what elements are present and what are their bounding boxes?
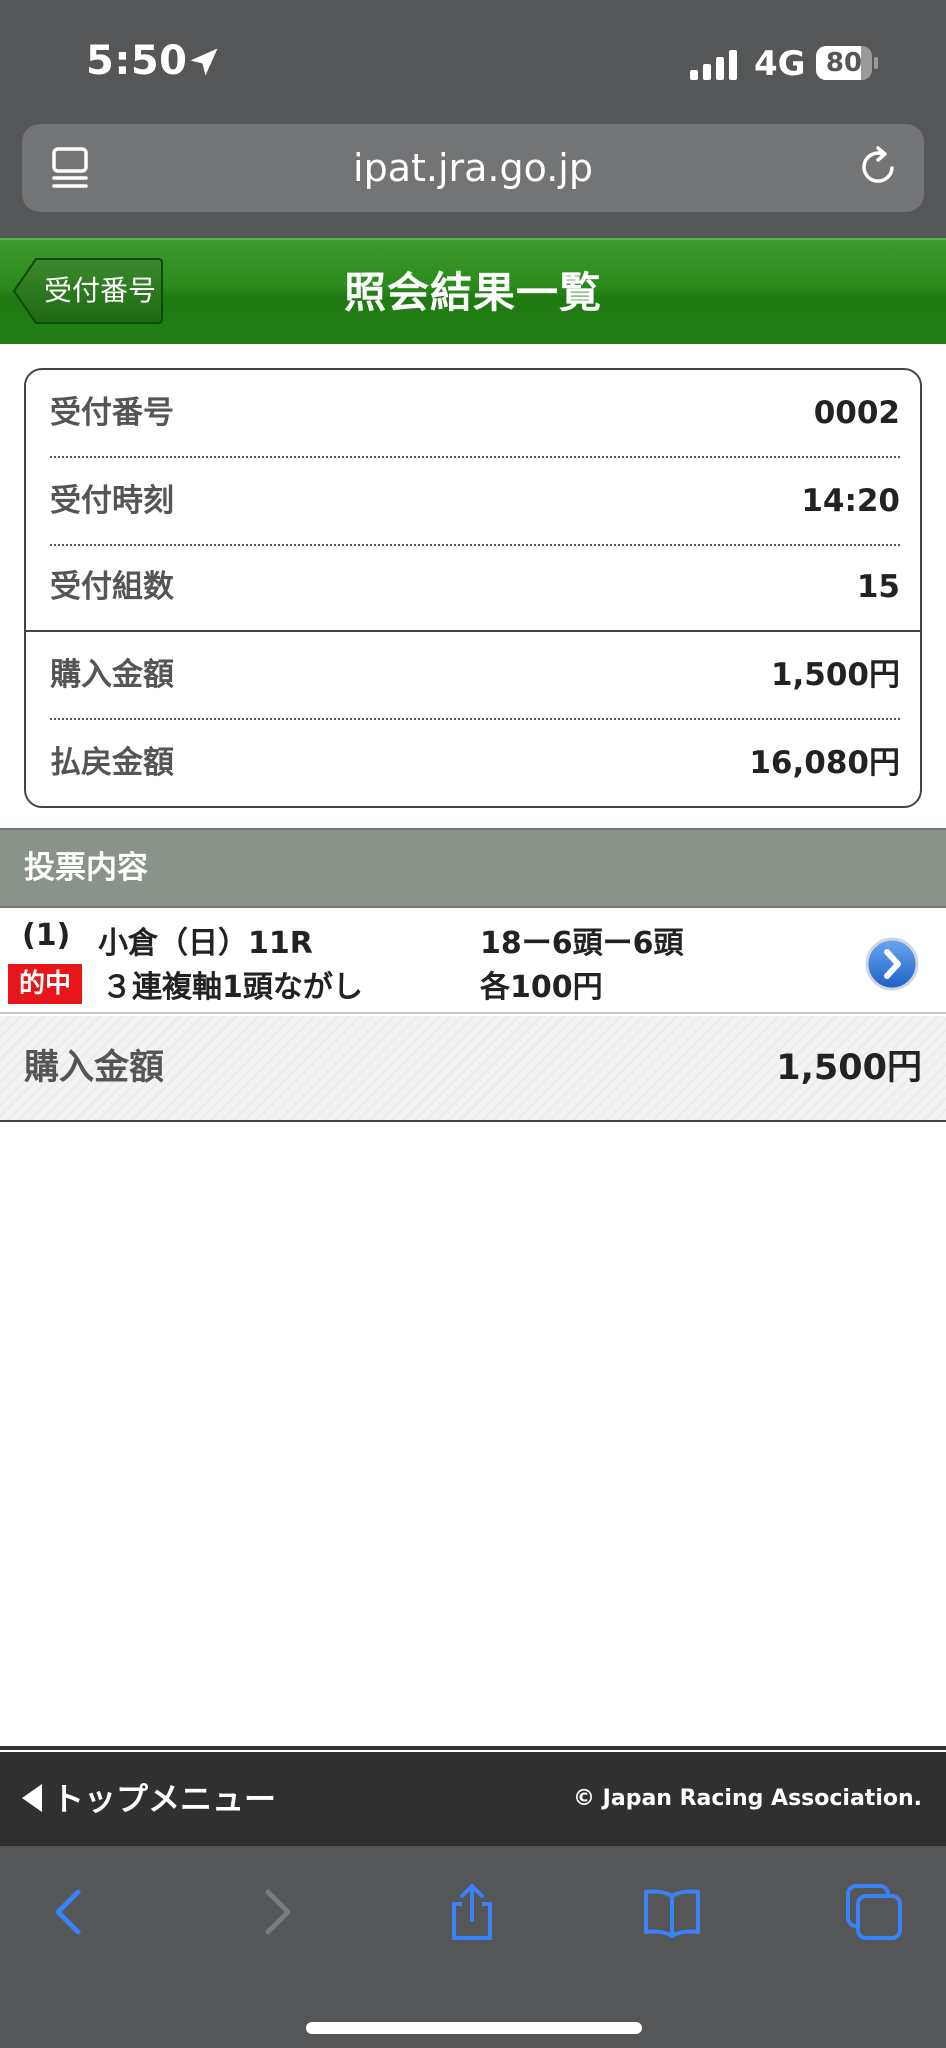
total-label: 購入金額 (24, 1048, 165, 1088)
forward-icon[interactable] (246, 1882, 306, 1942)
chevron-right-icon[interactable] (864, 936, 920, 992)
summary-label: 受付番号 (50, 395, 174, 431)
page-title: 照会結果一覧 (343, 268, 602, 317)
page-header: 受付番号 照会結果一覧 (0, 238, 946, 344)
copyright: © Japan Racing Association. (573, 1786, 922, 1811)
bet-race: 小倉（日）11R (98, 926, 313, 961)
bookmarks-icon[interactable] (642, 1882, 702, 1942)
top-menu-link[interactable]: トップメニュー (22, 1752, 276, 1846)
status-time: 5:50 (86, 38, 188, 84)
summary-label: 払戻金額 (50, 745, 174, 781)
bet-type: ３連複軸1頭ながし (102, 970, 363, 1005)
summary-label: 購入金額 (50, 657, 174, 693)
ios-top-chrome: 5:50 4G 80 ipat.jra.go.jp (0, 0, 946, 238)
share-icon[interactable] (442, 1882, 502, 1942)
section-title: 投票内容 (24, 850, 148, 886)
bet-combination: 18ー6頭ー6頭 (480, 926, 684, 961)
summary-value: 15 (856, 569, 900, 605)
summary-value: 14:20 (801, 483, 900, 519)
footer-divider (0, 1746, 946, 1750)
bet-detail-row[interactable]: (1) 小倉（日）11R 18ー6頭ー6頭 的中 ３連複軸1頭ながし 各100円 (0, 908, 946, 1014)
total-value: 1,500円 (776, 1048, 922, 1088)
summary-row-combination-count: 受付組数 15 (50, 544, 900, 630)
cellular-signal-icon (690, 50, 737, 80)
safari-toolbar (0, 1846, 946, 2048)
network-type: 4G (754, 44, 806, 84)
summary-value: 0002 (813, 395, 900, 431)
address-bar[interactable]: ipat.jra.go.jp (22, 124, 924, 212)
summary-value: 16,080円 (749, 745, 900, 781)
reload-icon[interactable] (856, 144, 902, 190)
tabs-icon[interactable] (844, 1882, 904, 1942)
summary-label: 受付組数 (50, 569, 174, 605)
battery-icon: 80 (816, 46, 878, 80)
footer: トップメニュー © Japan Racing Association. (0, 1752, 946, 1846)
summary-row-purchase-amount: 購入金額 1,500円 (50, 632, 900, 718)
summary-label: 受付時刻 (50, 483, 174, 519)
summary-value: 1,500円 (770, 657, 900, 693)
bet-amount-each: 各100円 (480, 970, 603, 1005)
total-row: 購入金額 1,500円 (0, 1016, 946, 1122)
summary-row-receipt-number: 受付番号 0002 (50, 370, 900, 456)
url-text: ipat.jra.go.jp (353, 146, 593, 190)
bet-index: (1) (22, 918, 71, 953)
home-indicator (306, 2022, 642, 2034)
summary-row-payout-amount: 払戻金額 16,080円 (50, 720, 900, 806)
battery-level: 80 (825, 48, 863, 78)
summary-card: 受付番号 0002 受付時刻 14:20 受付組数 15 購入金額 1,500円… (24, 368, 922, 808)
section-header: 投票内容 (0, 828, 946, 908)
top-menu-label: トップメニュー (52, 1780, 277, 1818)
summary-row-receipt-time: 受付時刻 14:20 (50, 458, 900, 544)
triangle-left-icon (22, 1784, 42, 1812)
back-icon[interactable] (40, 1882, 100, 1942)
hit-badge: 的中 (8, 964, 82, 1004)
location-arrow-icon (190, 48, 218, 76)
